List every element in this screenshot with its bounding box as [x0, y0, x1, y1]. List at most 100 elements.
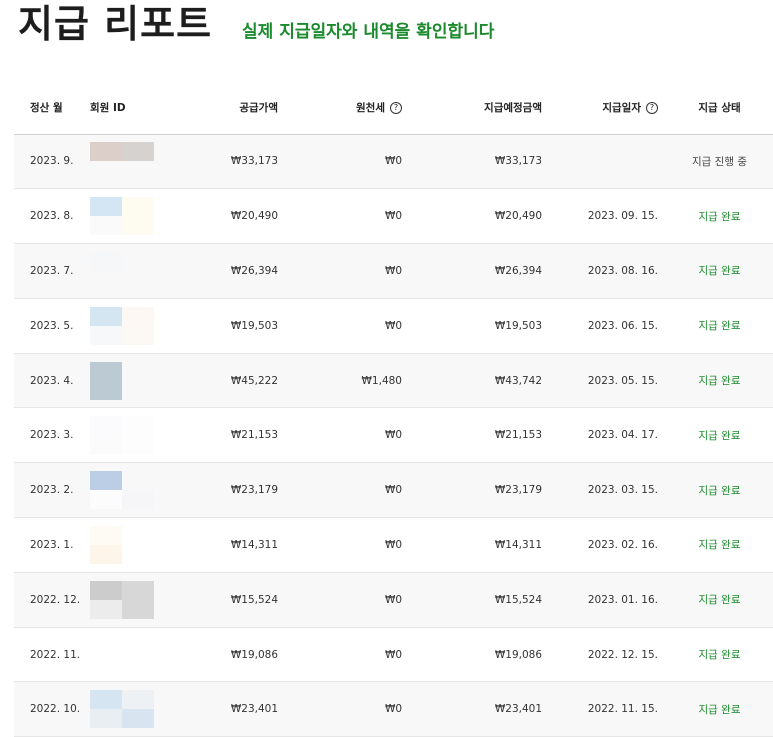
- redacted-block: [90, 197, 122, 217]
- cell-member-id: [86, 572, 178, 627]
- cell-tax: ₩0: [384, 648, 402, 661]
- redacted-block: [90, 306, 122, 326]
- column-header-date-label: 지급일자: [602, 102, 641, 115]
- cell-tax: ₩0: [384, 484, 402, 497]
- cell-tax: ₩0: [384, 593, 402, 606]
- redacted-member-id: [90, 471, 154, 510]
- table-row: 2022. 11. ₩19,086 ₩0 ₩19,086 2022. 12. 15. 지급…: [14, 627, 773, 682]
- column-header-status: 지급 상태: [662, 82, 773, 135]
- cell-supply: ₩14,311: [230, 538, 278, 551]
- column-header-expected: 지급예정금액: [406, 82, 546, 135]
- cell-status: 지급 완료: [698, 649, 741, 662]
- table-row: 2023. 2. ₩23,179 ₩0 ₩23,179 2023. 03. 15. 지급 …: [14, 462, 773, 518]
- redacted-block: [90, 361, 122, 381]
- cell-date: 2022. 11. 15.: [587, 703, 658, 716]
- redacted-block: [90, 380, 122, 400]
- cell-status: 지급 완료: [698, 210, 741, 223]
- cell-month: 2023. 1.: [30, 538, 74, 551]
- redacted-block: [122, 709, 154, 729]
- redacted-block: [90, 216, 122, 236]
- redacted-block: [90, 490, 122, 510]
- table-row: 2023. 4. ₩45,222 ₩1,480 ₩43,742 2023. 05. 15…: [14, 353, 773, 408]
- cell-date: 2023. 03. 15.: [587, 484, 658, 497]
- cell-status: 지급 완료: [698, 429, 741, 442]
- cell-member-id: [86, 244, 178, 299]
- cell-month: 2023. 7.: [30, 264, 74, 277]
- redacted-block: [122, 361, 154, 381]
- column-header-supply: 공급가액: [178, 82, 282, 135]
- cell-date: 2023. 02. 16.: [587, 538, 658, 551]
- column-header-date: 지급일자?: [546, 82, 662, 135]
- redacted-member-id: [90, 142, 154, 181]
- table-row: 2023. 5. ₩19,503 ₩0 ₩19,503 2023. 06. 15. 지급 …: [14, 298, 773, 354]
- cell-date: 2023. 01. 16.: [587, 593, 658, 606]
- redacted-block: [122, 251, 154, 271]
- page-header: 지급 리포트 실제 지급일자와 내역을 확인합니다: [18, 0, 494, 48]
- redacted-member-id: [90, 635, 154, 674]
- cell-supply: ₩23,401: [230, 703, 278, 716]
- redacted-block: [122, 490, 154, 510]
- redacted-member-id: [90, 361, 154, 400]
- table-row: 2023. 8. ₩20,490 ₩0 ₩20,490 2023. 09. 15. 지급 …: [14, 188, 773, 244]
- cell-month: 2023. 8.: [30, 210, 74, 223]
- cell-expected: ₩20,490: [494, 210, 542, 223]
- redacted-block: [122, 690, 154, 710]
- redacted-block: [122, 197, 154, 217]
- cell-status: 지급 완료: [698, 594, 741, 607]
- cell-date: 2022. 12. 15.: [587, 648, 658, 661]
- redacted-block: [90, 580, 122, 600]
- cell-month: 2023. 9.: [30, 155, 74, 168]
- redacted-block: [122, 635, 154, 655]
- redacted-block: [122, 599, 154, 619]
- redacted-member-id: [90, 690, 154, 729]
- redacted-block: [122, 471, 154, 491]
- cell-status: 지급 완료: [698, 484, 741, 497]
- cell-tax: ₩0: [384, 210, 402, 223]
- table-row: 2023. 9. ₩33,173 ₩0 ₩33,173 지급 진행 중: [14, 134, 773, 189]
- redacted-block: [90, 270, 122, 290]
- cell-tax: ₩0: [384, 703, 402, 716]
- cell-supply: ₩45,222: [230, 374, 278, 387]
- cell-month: 2023. 5.: [30, 319, 74, 332]
- table-row: 2023. 3. ₩21,153 ₩0 ₩21,153 2023. 04. 17. 지급 …: [14, 407, 773, 463]
- cell-status: 지급 완료: [698, 375, 741, 388]
- table-row: 2023. 7. ₩26,394 ₩0 ₩26,394 2023. 08. 16. 지급 …: [14, 243, 773, 299]
- redacted-block: [122, 416, 154, 436]
- cell-member-id: [86, 518, 178, 573]
- cell-expected: ₩15,524: [494, 593, 542, 606]
- redacted-block: [122, 435, 154, 455]
- cell-month: 2022. 12.: [30, 593, 81, 606]
- cell-month: 2022. 11.: [30, 648, 81, 661]
- cell-date: [546, 134, 662, 189]
- redacted-block: [90, 635, 122, 655]
- redacted-block: [122, 270, 154, 290]
- cell-status: 지급 완료: [698, 320, 741, 333]
- cell-tax: ₩1,480: [361, 374, 402, 387]
- table-header-row: 정산 월 회원 ID 공급가액 원천세? 지급예정금액 지급일자? 지급 상태: [14, 82, 773, 135]
- redacted-block: [122, 544, 154, 564]
- cell-date: 2023. 08. 16.: [587, 264, 658, 277]
- page-title: 지급 리포트: [18, 2, 213, 46]
- cell-member-id: [86, 298, 178, 353]
- redacted-member-id: [90, 251, 154, 290]
- cell-member-id: [86, 408, 178, 463]
- cell-month: 2023. 3.: [30, 429, 74, 442]
- redacted-block: [122, 216, 154, 236]
- cell-month: 2023. 4.: [30, 374, 74, 387]
- cell-member-id: [86, 353, 178, 408]
- question-circle-icon[interactable]: ?: [390, 102, 402, 115]
- cell-member-id: [86, 627, 178, 682]
- cell-supply: ₩33,173: [230, 155, 278, 168]
- redacted-block: [122, 325, 154, 345]
- cell-month: 2022. 10.: [30, 703, 81, 716]
- redacted-member-id: [90, 416, 154, 455]
- redacted-block: [122, 306, 154, 326]
- page-subtitle: 실제 지급일자와 내역을 확인합니다: [242, 22, 495, 42]
- redacted-block: [90, 161, 122, 181]
- redacted-block: [90, 325, 122, 345]
- payment-report-table: 정산 월 회원 ID 공급가액 원천세? 지급예정금액 지급일자? 지급 상태 …: [14, 82, 773, 737]
- question-circle-icon[interactable]: ?: [646, 102, 658, 115]
- cell-date: 2023. 09. 15.: [587, 210, 658, 223]
- redacted-block: [90, 544, 122, 564]
- cell-expected: ₩33,173: [494, 155, 542, 168]
